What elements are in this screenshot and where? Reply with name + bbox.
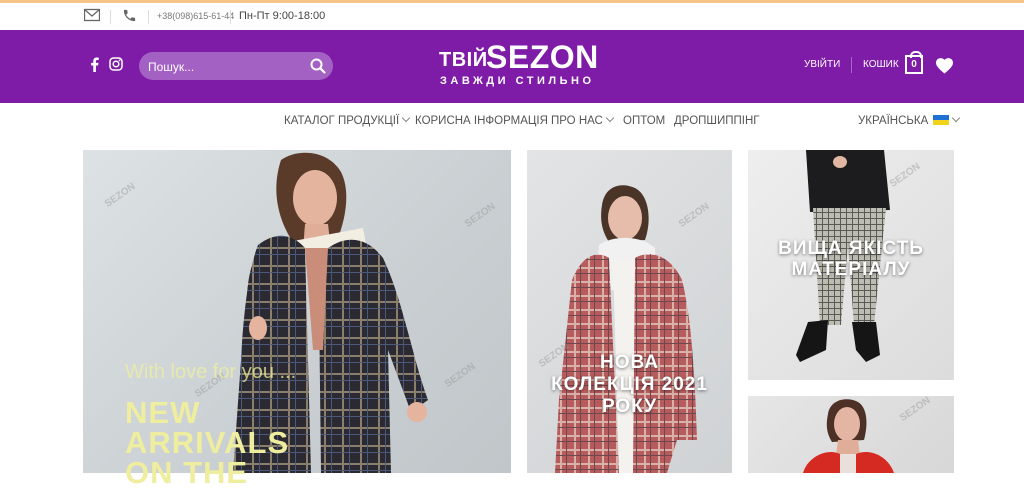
nav-label: ДРОПШИППІНГ xyxy=(674,115,760,127)
caption-line: КОЛЕКЦІЯ 2021 xyxy=(551,374,708,395)
language-label: УКРАЇНСЬКА xyxy=(858,115,929,127)
nav-item-wholesale[interactable]: ОПТОМ xyxy=(623,115,665,127)
logo-line1: ТВІЙ xyxy=(439,49,488,71)
caption-line: ВИЩА ЯКІСТЬ xyxy=(778,238,924,259)
nav-label: КОРИСНА ІНФОРМАЦІЯ xyxy=(415,115,548,127)
headline-line: NEW xyxy=(125,395,201,430)
banner-new-collection[interactable]: SEZON SEZON НОВА КОЛЕКЦІЯ 2021 РОКУ xyxy=(527,150,732,473)
language-selector[interactable]: УКРАЇНСЬКА xyxy=(858,113,960,127)
phone-icon[interactable] xyxy=(122,8,137,28)
caption-line: НОВА xyxy=(600,352,659,373)
divider xyxy=(230,10,231,24)
site-logo[interactable]: ТВІЙ SEZON ЗАВЖДИ СТИЛЬНО xyxy=(437,39,603,90)
nav-item-dropshipping[interactable]: ДРОПШИППІНГ xyxy=(674,115,759,127)
facebook-icon[interactable] xyxy=(90,57,99,77)
main-navigation: КАТАЛОГ ПРОДУКЦІЇ КОРИСНА ІНФОРМАЦІЯ ПРО… xyxy=(0,103,1024,141)
ukraine-flag-icon xyxy=(932,115,949,125)
caption-line: РОКУ xyxy=(601,396,658,417)
headline-line: ON THE xyxy=(125,455,249,490)
caption-line: МАТЕРІАЛУ xyxy=(791,259,911,280)
divider xyxy=(148,10,149,24)
banner-headline: NEW ARRIVALS ON THE xyxy=(125,395,290,490)
envelope-icon[interactable] xyxy=(83,8,101,27)
banner-high-quality[interactable]: SEZON ВИЩА ЯКІСТЬ МАТЕРІАЛУ xyxy=(748,150,954,380)
nav-label: ПРО НАС xyxy=(551,115,603,127)
cart-icon[interactable]: 0 xyxy=(905,51,923,74)
main-header: ТВІЙ SEZON ЗАВЖДИ СТИЛЬНО УВІЙТИ КОШИК 0 xyxy=(0,30,1024,103)
search-input[interactable] xyxy=(139,52,310,82)
instagram-icon[interactable] xyxy=(109,57,123,76)
chevron-down-icon xyxy=(951,113,960,123)
chevron-down-icon xyxy=(605,113,615,123)
logo-line2: SEZON xyxy=(486,39,599,75)
chevron-down-icon xyxy=(401,113,411,123)
nav-label: КАТАЛОГ ПРОДУКЦІЇ xyxy=(284,115,400,127)
login-link[interactable]: УВІЙТИ xyxy=(804,59,840,70)
cart-link[interactable]: КОШИК xyxy=(863,59,899,70)
banner-red-coat[interactable]: SEZON xyxy=(748,396,954,473)
banner-caption: ВИЩА ЯКІСТЬ МАТЕРІАЛУ xyxy=(748,238,954,280)
nav-label: ОПТОМ xyxy=(623,115,666,127)
wishlist-heart-icon[interactable] xyxy=(935,57,954,79)
search-box xyxy=(139,52,333,82)
nav-item-about[interactable]: ПРО НАС xyxy=(551,113,615,127)
logo-slogan: ЗАВЖДИ СТИЛЬНО xyxy=(440,75,595,87)
nav-item-useful-info[interactable]: КОРИСНА ІНФОРМАЦІЯ xyxy=(415,115,548,127)
banner-tagline: With love for you ... xyxy=(125,361,297,383)
divider xyxy=(851,57,852,73)
top-bar: +38(098)615-61-44 Пн-Пт 9:00-18:00 xyxy=(0,3,1024,31)
banner-caption: НОВА КОЛЕКЦІЯ 2021 РОКУ xyxy=(527,352,732,418)
model-photo xyxy=(555,185,697,473)
divider xyxy=(110,10,111,24)
search-icon[interactable] xyxy=(310,58,326,79)
headline-line: ARRIVALS xyxy=(125,425,290,460)
nav-item-catalog[interactable]: КАТАЛОГ ПРОДУКЦІЇ xyxy=(284,113,411,127)
phone-number[interactable]: +38(098)615-61-44 xyxy=(157,11,234,21)
working-hours: Пн-Пт 9:00-18:00 xyxy=(239,10,326,22)
